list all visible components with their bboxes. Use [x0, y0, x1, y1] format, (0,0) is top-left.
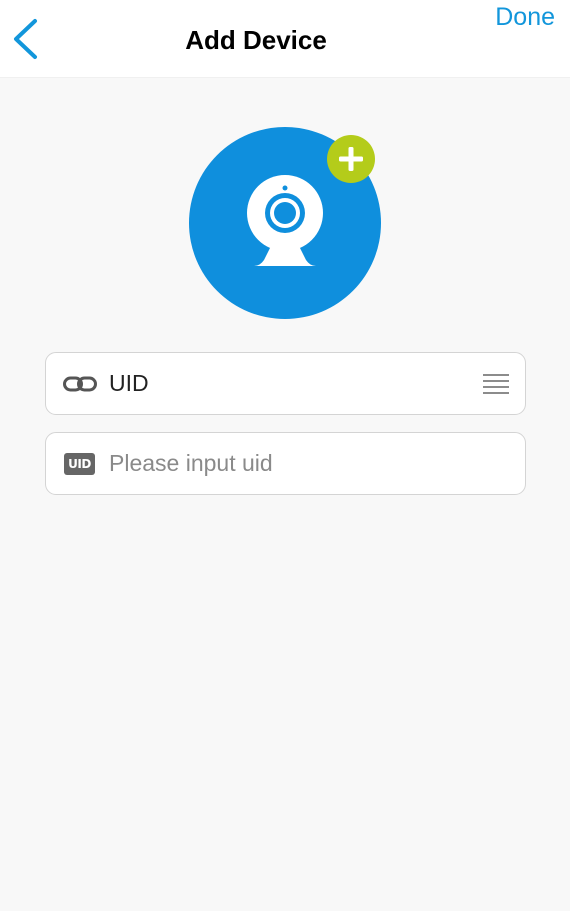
page-title: Add Device [185, 25, 327, 55]
uid-input-field[interactable]: UID [45, 432, 526, 495]
header-bar: Add Device Done [0, 0, 570, 78]
uid-type-field[interactable]: UID [45, 352, 526, 415]
uid-type-label: UID [109, 370, 149, 396]
list-lines-icon[interactable] [483, 373, 509, 395]
uid-badge-icon: UID [62, 451, 97, 477]
uid-input[interactable] [109, 433, 499, 494]
add-device-illustration [188, 126, 384, 322]
plus-circle-icon [327, 135, 375, 183]
done-button[interactable]: Done [495, 0, 555, 34]
uid-badge-text: UID [64, 452, 95, 475]
link-icon [62, 371, 97, 397]
